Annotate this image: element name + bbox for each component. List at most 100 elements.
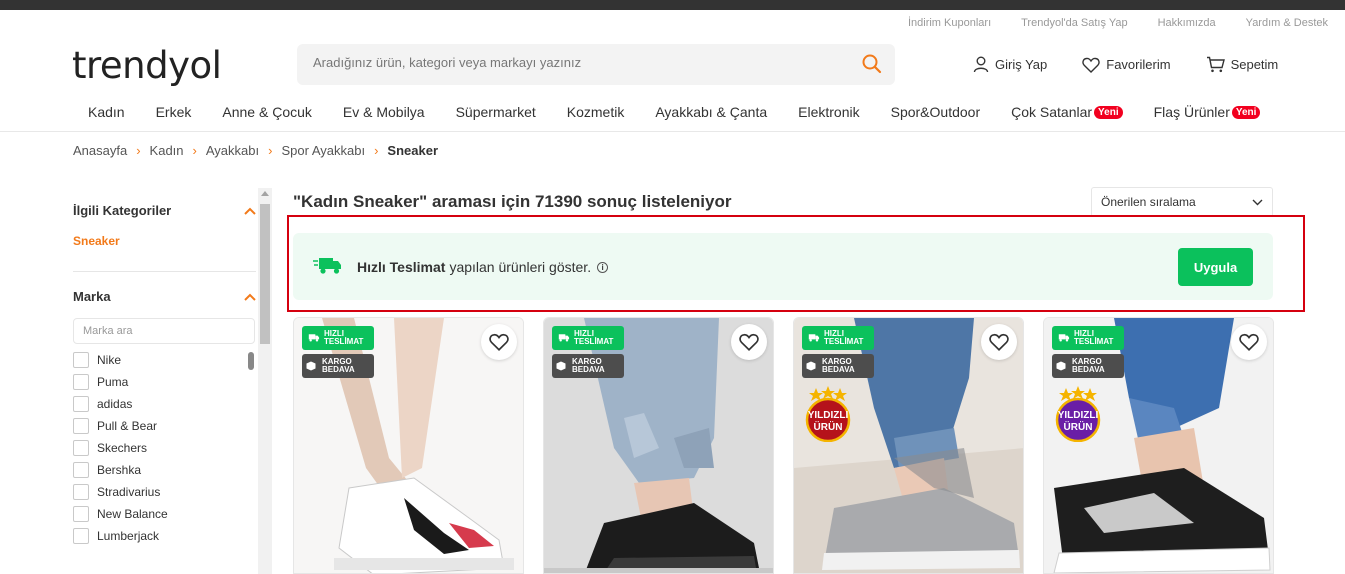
logo[interactable]: trendyol xyxy=(72,44,222,88)
top-strip xyxy=(0,0,1345,10)
search-icon[interactable] xyxy=(862,54,882,79)
user-actions: Giriş Yap Favorilerim Sepetim xyxy=(973,56,1278,73)
sidebar-scrollbar[interactable] xyxy=(258,188,272,574)
checkbox[interactable] xyxy=(73,352,89,368)
nav-item-supermarket[interactable]: Süpermarket xyxy=(456,104,536,120)
badge-line: TESLİMAT xyxy=(574,337,614,346)
chevron-right-icon: › xyxy=(268,143,273,158)
brand-option[interactable]: Pull & Bear xyxy=(73,415,256,437)
product-card[interactable]: HIZLI TESLİMAT KARGO BEDAVA xyxy=(543,317,774,574)
checkbox[interactable] xyxy=(73,440,89,456)
cart-icon xyxy=(1206,56,1225,73)
breadcrumb-item[interactable]: Anasayfa xyxy=(73,143,127,158)
heart-icon xyxy=(1239,333,1259,351)
checkbox[interactable] xyxy=(73,528,89,544)
brand-option[interactable]: adidas xyxy=(73,393,256,415)
brand-option[interactable]: Lumberjack xyxy=(73,525,256,547)
brand-option[interactable]: Puma xyxy=(73,371,256,393)
free-shipping-badge: KARGO BEDAVA xyxy=(552,354,624,378)
brand-label: Lumberjack xyxy=(97,529,160,543)
breadcrumb-item[interactable]: Kadın xyxy=(150,143,184,158)
chevron-right-icon: › xyxy=(136,143,141,158)
related-categories-header[interactable]: İlgili Kategoriler xyxy=(73,203,256,218)
search-bar[interactable] xyxy=(297,44,895,85)
starred-badge-line: YILDIZLI xyxy=(1058,410,1099,421)
product-card[interactable]: HIZLI TESLİMAT KARGO BEDAVA YILDIZLI ÜRÜN xyxy=(1043,317,1274,574)
checkbox[interactable] xyxy=(73,484,89,500)
truck-icon xyxy=(308,334,320,342)
chevron-right-icon: › xyxy=(374,143,379,158)
brand-search-input[interactable]: Marka ara xyxy=(73,318,255,344)
favorite-button[interactable] xyxy=(981,324,1017,360)
box-icon xyxy=(306,361,316,371)
truck-icon xyxy=(1058,334,1070,342)
nav-label: Kozmetik xyxy=(566,104,625,120)
top-link-sell[interactable]: Trendyol'da Satış Yap xyxy=(1021,17,1127,29)
nav-item-kadin[interactable]: Kadın xyxy=(88,104,125,120)
search-input[interactable] xyxy=(313,55,853,70)
related-categories-title: İlgili Kategoriler xyxy=(73,203,172,218)
brand-label: Pull & Bear xyxy=(97,419,158,433)
brand-list-scrollbar[interactable] xyxy=(248,352,254,370)
brand-option[interactable]: Nike xyxy=(73,349,256,371)
box-icon xyxy=(806,361,816,371)
starred-badge-line: YILDIZLI xyxy=(808,410,849,421)
new-badge: Yeni xyxy=(1094,105,1123,119)
box-icon xyxy=(556,361,566,371)
badge-line: TESLİMAT xyxy=(824,337,864,346)
nav-item-kozmetik[interactable]: Kozmetik xyxy=(567,104,625,120)
checkbox[interactable] xyxy=(73,374,89,390)
favorites-button[interactable]: Favorilerim xyxy=(1082,57,1171,73)
checkbox[interactable] xyxy=(73,462,89,478)
nav-item-ayakkabi-canta[interactable]: Ayakkabı & Çanta xyxy=(655,104,767,120)
product-card[interactable]: HIZLI TESLİMAT KARGO BEDAVA YILDIZLI ÜRÜN xyxy=(793,317,1024,574)
results-title: "Kadın Sneaker" araması için 71390 sonuç… xyxy=(293,192,732,211)
cart-button[interactable]: Sepetim xyxy=(1206,56,1278,73)
box-icon xyxy=(1056,361,1066,371)
starred-badge-line: ÜRÜN xyxy=(1064,420,1093,433)
nav-item-anne-cocuk[interactable]: Anne & Çocuk xyxy=(222,104,312,120)
brand-option[interactable]: Stradivarius xyxy=(73,481,256,503)
nav-label: Spor&Outdoor xyxy=(890,104,981,120)
top-link-coupons[interactable]: İndirim Kuponları xyxy=(908,17,991,29)
chevron-right-icon: › xyxy=(192,143,197,158)
truck-icon xyxy=(558,334,570,342)
brand-option[interactable]: Skechers xyxy=(73,437,256,459)
nav-item-erkek[interactable]: Erkek xyxy=(156,104,192,120)
related-category-item[interactable]: Sneaker xyxy=(73,234,256,248)
free-shipping-badge: KARGO BEDAVA xyxy=(1052,354,1124,378)
favorite-button[interactable] xyxy=(1231,324,1267,360)
top-link-help[interactable]: Yardım & Destek xyxy=(1246,17,1328,29)
checkbox[interactable] xyxy=(73,418,89,434)
top-link-about[interactable]: Hakkımızda xyxy=(1158,17,1216,29)
checkbox[interactable] xyxy=(73,396,89,412)
nav-item-ev-mobilya[interactable]: Ev & Mobilya xyxy=(343,104,425,120)
starred-product-badge: YILDIZLI ÜRÜN xyxy=(1055,386,1101,442)
product-card[interactable]: HIZLI TESLİMAT KARGO BEDAVA xyxy=(293,317,524,574)
login-button[interactable]: Giriş Yap xyxy=(973,56,1047,73)
brand-option[interactable]: New Balance xyxy=(73,503,256,525)
scroll-thumb[interactable] xyxy=(260,204,270,344)
breadcrumb-item[interactable]: Ayakkabı xyxy=(206,143,259,158)
login-label: Giriş Yap xyxy=(995,57,1048,72)
favorite-button[interactable] xyxy=(731,324,767,360)
heart-icon xyxy=(739,333,759,351)
nav-item-flas-urunler[interactable]: Flaş Ürünler Yeni xyxy=(1154,104,1261,120)
scroll-up-icon[interactable] xyxy=(261,191,269,196)
top-links: İndirim Kuponları Trendyol'da Satış Yap … xyxy=(908,17,1345,29)
brand-label: adidas xyxy=(97,397,133,411)
brand-filter-header[interactable]: Marka xyxy=(73,289,256,304)
nav-label: Erkek xyxy=(155,104,192,120)
nav-item-cok-satanlar[interactable]: Çok Satanlar Yeni xyxy=(1011,104,1123,120)
nav-label: Flaş Ürünler xyxy=(1153,104,1230,120)
nav-item-spor-outdoor[interactable]: Spor&Outdoor xyxy=(891,104,981,120)
checkbox[interactable] xyxy=(73,506,89,522)
sort-select[interactable]: Önerilen sıralama xyxy=(1091,187,1273,217)
favorite-button[interactable] xyxy=(481,324,517,360)
chevron-up-icon xyxy=(244,293,256,301)
fast-delivery-badge: HIZLI TESLİMAT xyxy=(1052,326,1124,350)
brand-option[interactable]: Bershka xyxy=(73,459,256,481)
nav-item-elektronik[interactable]: Elektronik xyxy=(798,104,859,120)
breadcrumb-item[interactable]: Spor Ayakkabı xyxy=(281,143,365,158)
brand-label: Stradivarius xyxy=(97,485,161,499)
